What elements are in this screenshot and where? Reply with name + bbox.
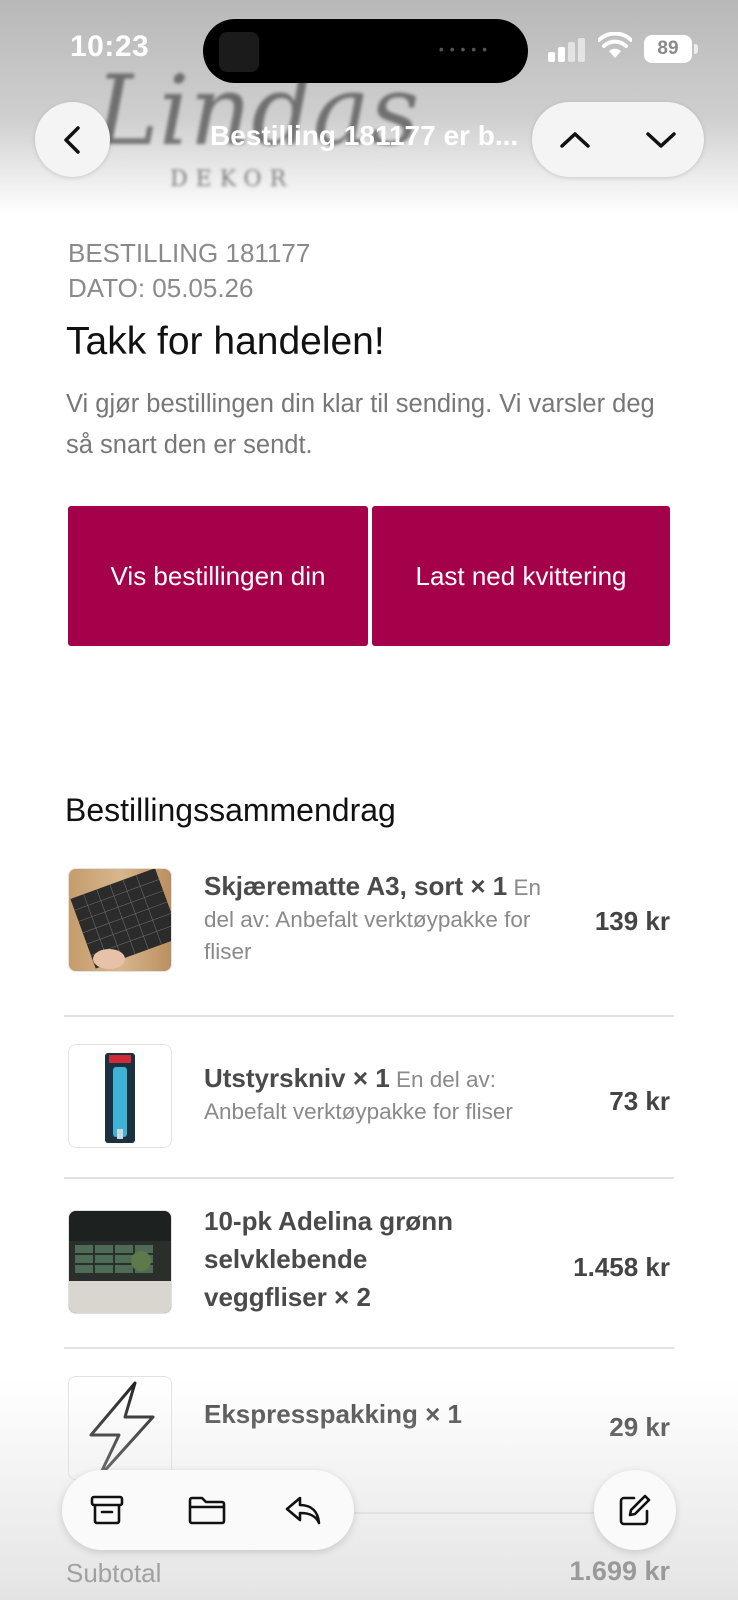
dots-icon: • • • • • (438, 41, 488, 57)
subtotal-value: 1.699 kr (569, 1556, 670, 1586)
view-order-button[interactable]: Vis bestillingen din (68, 506, 368, 646)
order-number: BESTILLING 181177 (68, 238, 311, 268)
chevron-left-icon (63, 125, 80, 154)
item-description: Skjærematte A3, sort × 1 En del av: Anbe… (204, 870, 574, 968)
divider (64, 1015, 674, 1017)
item-price: 1.458 kr (573, 1252, 670, 1282)
item-name: Ekspresspakking × 1 (204, 1399, 462, 1429)
cutting-mat-image (68, 868, 172, 972)
previous-message-button[interactable] (532, 102, 618, 177)
archive-icon (90, 1495, 124, 1525)
utility-knife-image (68, 1044, 172, 1148)
chevron-down-icon (646, 131, 676, 148)
logo-sub: DEKOR (170, 167, 295, 192)
cellular-signal-icon (548, 38, 585, 62)
message-navigation (532, 102, 704, 177)
thank-you-headline: Takk for handelen! (66, 320, 385, 363)
list-item[interactable]: Skjærematte A3, sort × 1 En del av: Anbe… (64, 868, 674, 988)
intro-text: Vi gjør bestillingen din klar til sendin… (66, 390, 655, 459)
order-summary-title: Bestillingssammendrag (65, 792, 396, 828)
status-bar: 10:23 • • • • • 89 (0, 0, 738, 100)
camera-icon (219, 32, 259, 72)
list-item[interactable]: 10-pk Adelina grønn selvklebende veggfli… (64, 1206, 674, 1320)
order-date: DATO: 05.05.26 (68, 273, 254, 303)
back-button[interactable] (35, 102, 110, 177)
item-description: Utstyrskniv × 1 En del av: Anbefalt verk… (204, 1062, 564, 1128)
chevron-up-icon (560, 131, 590, 148)
archive-button[interactable] (62, 1470, 152, 1550)
wifi-icon (598, 32, 632, 58)
item-name: Utstyrskniv × 1 (204, 1063, 390, 1093)
list-item[interactable]: Utstyrskniv × 1 En del av: Anbefalt verk… (64, 1044, 674, 1154)
divider (64, 1347, 674, 1349)
download-receipt-label: Last ned kvittering (415, 561, 627, 591)
item-name: Skjærematte A3, sort × 1 (204, 871, 508, 901)
item-description: Ekspresspakking × 1 (204, 1398, 564, 1432)
reply-button[interactable] (258, 1470, 348, 1550)
item-price: 139 kr (594, 906, 670, 936)
mail-toolbar (62, 1470, 354, 1550)
lightning-bolt-icon (68, 1376, 172, 1480)
subtotal-label: Subtotal (66, 1558, 162, 1588)
download-receipt-button[interactable]: Last ned kvittering (372, 506, 670, 646)
battery-level: 89 (644, 35, 692, 63)
divider (64, 1177, 674, 1179)
move-to-folder-button[interactable] (162, 1470, 252, 1550)
battery-icon: 89 (644, 35, 698, 63)
item-price: 73 kr (609, 1086, 670, 1116)
item-name: 10-pk Adelina grønn selvklebende veggfli… (204, 1206, 453, 1312)
dynamic-island: • • • • • (203, 19, 528, 83)
reply-icon (285, 1496, 321, 1525)
view-order-label: Vis bestillingen din (110, 561, 326, 591)
next-message-button[interactable] (618, 102, 704, 177)
compose-button[interactable] (594, 1470, 676, 1550)
folder-icon (188, 1496, 226, 1525)
compose-icon (619, 1494, 651, 1526)
item-description: 10-pk Adelina grønn selvklebende veggfli… (204, 1202, 494, 1316)
message-title: Bestilling 181177 er b... (210, 120, 519, 151)
clock: 10:23 (70, 30, 150, 63)
wall-tiles-image (68, 1210, 172, 1314)
item-price: 29 kr (609, 1412, 670, 1442)
